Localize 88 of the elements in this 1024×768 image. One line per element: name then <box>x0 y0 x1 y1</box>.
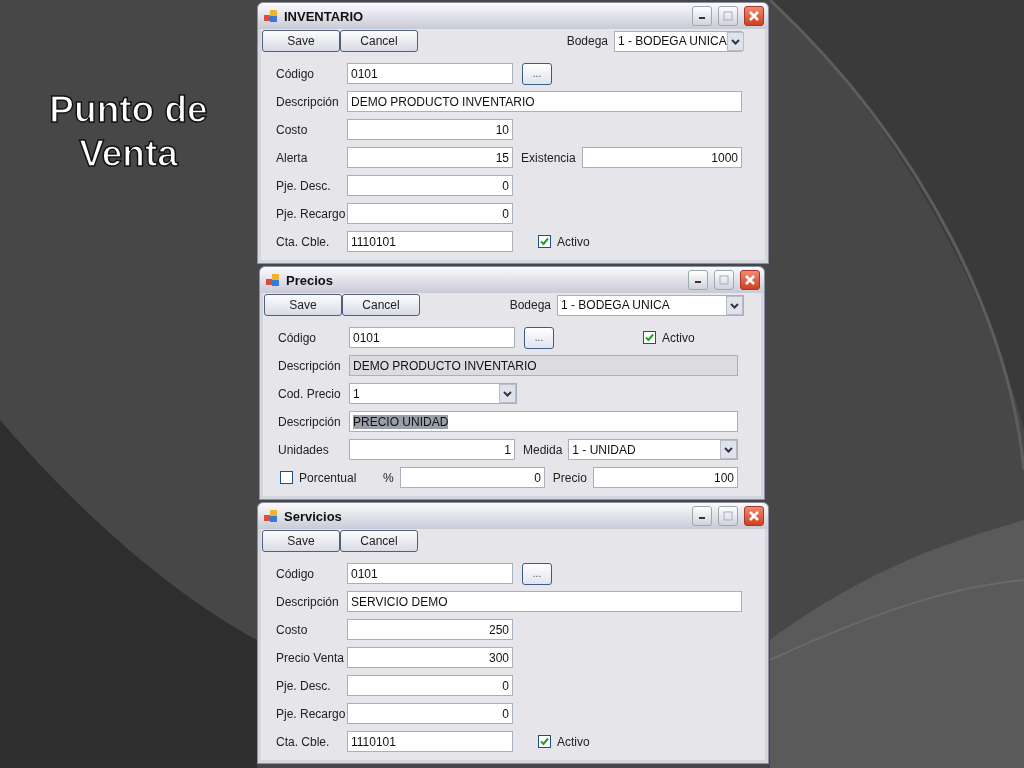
close-button[interactable] <box>740 270 760 290</box>
app-icon <box>264 9 278 23</box>
field-label: Pje. Recargo <box>276 206 347 221</box>
input-field[interactable]: 0 <box>399 467 545 488</box>
app-icon <box>264 509 278 523</box>
minimize-button[interactable] <box>688 270 708 290</box>
close-button[interactable] <box>744 6 764 26</box>
field-label: Descripción <box>278 414 342 429</box>
field-label: Bodega <box>509 298 551 312</box>
input-field[interactable]: 0 <box>347 203 513 224</box>
window-title: Servicios <box>284 508 343 524</box>
close-icon <box>748 10 760 22</box>
input-field[interactable]: 250 <box>347 619 513 640</box>
checkbox[interactable] <box>280 471 293 484</box>
field-label: Existencia <box>521 150 576 165</box>
close-button[interactable] <box>744 506 764 526</box>
check-icon <box>540 237 549 246</box>
checkbox[interactable] <box>643 331 656 344</box>
input-field[interactable]: 1110101 <box>347 231 513 252</box>
field-label: Descripción <box>278 358 342 373</box>
app-icon <box>266 273 280 287</box>
minimize-button[interactable] <box>692 6 712 26</box>
field-label: Costo <box>276 622 309 637</box>
lookup-button[interactable]: ... <box>524 326 554 349</box>
field-label: Costo <box>276 122 309 137</box>
check-icon <box>540 737 549 746</box>
field-label: Precio <box>552 470 587 485</box>
field-label: Cta. Cble. <box>276 734 331 749</box>
field-label: Código <box>276 566 316 581</box>
input-field[interactable]: PRECIO UNIDAD <box>349 411 738 432</box>
lookup-button[interactable]: ... <box>522 562 552 585</box>
lookup-button[interactable]: ... <box>522 62 552 85</box>
input-field[interactable]: 300 <box>347 647 513 668</box>
checkbox-label: Activo <box>662 330 695 345</box>
slide-title: Punto de Venta <box>48 88 209 176</box>
field-label: Pje. Desc. <box>276 178 332 193</box>
input-field[interactable]: 0 <box>347 175 513 196</box>
input-field[interactable]: 0 <box>347 703 513 724</box>
dropdown[interactable]: 1 - UNIDAD <box>568 439 738 460</box>
window-title: INVENTARIO <box>284 8 365 24</box>
input-field[interactable]: SERVICIO DEMO <box>347 591 742 612</box>
field-label: Cta. Cble. <box>276 234 331 249</box>
input-field[interactable]: 0 <box>347 675 513 696</box>
checkbox-label: Activo <box>557 234 590 249</box>
field-label: Código <box>276 66 316 81</box>
checkbox[interactable] <box>538 235 551 248</box>
dropdown[interactable]: 1 - BODEGA UNICA <box>614 30 742 52</box>
maximize-icon <box>723 11 733 21</box>
input-field[interactable]: 1 <box>349 439 515 460</box>
toolbar-button[interactable]: Save <box>264 294 342 316</box>
minimize-button[interactable] <box>692 506 712 526</box>
input-field[interactable]: 15 <box>347 147 513 168</box>
maximize-icon <box>723 511 733 521</box>
input-field[interactable]: 0101 <box>349 327 515 348</box>
toolbar-button[interactable]: Save <box>262 530 340 552</box>
dropdown[interactable]: 1 - BODEGA UNICA <box>557 294 744 316</box>
field-label: Alerta <box>276 150 309 165</box>
field-label: Precio Venta <box>276 650 346 665</box>
dropdown[interactable]: 1 <box>349 383 517 404</box>
field-label: Pje. Recargo <box>276 706 347 721</box>
field-label: Bodega <box>566 34 608 48</box>
checkbox[interactable] <box>538 735 551 748</box>
input-field[interactable]: DEMO PRODUCTO INVENTARIO <box>347 91 742 112</box>
field-label: Unidades <box>278 442 330 457</box>
field-label: Código <box>278 330 318 345</box>
input-field[interactable]: 10 <box>347 119 513 140</box>
maximize-icon <box>719 275 729 285</box>
toolbar-button[interactable]: Cancel <box>340 530 418 552</box>
input-field[interactable]: 0101 <box>347 563 513 584</box>
field-label: Medida <box>523 442 563 457</box>
input-field[interactable]: 1110101 <box>347 731 513 752</box>
field-label: Descripción <box>276 594 340 609</box>
window-title: Precios <box>286 272 334 288</box>
input-field[interactable]: 0101 <box>347 63 513 84</box>
input-field[interactable]: 100 <box>592 467 738 488</box>
field-label: Pje. Desc. <box>276 678 332 693</box>
field-label: % <box>383 470 394 485</box>
input-field[interactable]: 1000 <box>581 147 742 168</box>
field-label: Cod. Precio <box>278 386 342 401</box>
close-icon <box>748 510 760 522</box>
checkbox-label: Activo <box>557 734 590 749</box>
close-icon <box>744 274 756 286</box>
field-label: Descripción <box>276 94 340 109</box>
toolbar-button[interactable]: Cancel <box>340 30 418 52</box>
check-icon <box>645 333 654 342</box>
toolbar-button[interactable]: Save <box>262 30 340 52</box>
toolbar-button[interactable]: Cancel <box>342 294 420 316</box>
checkbox-label: Porcentual <box>299 470 357 485</box>
